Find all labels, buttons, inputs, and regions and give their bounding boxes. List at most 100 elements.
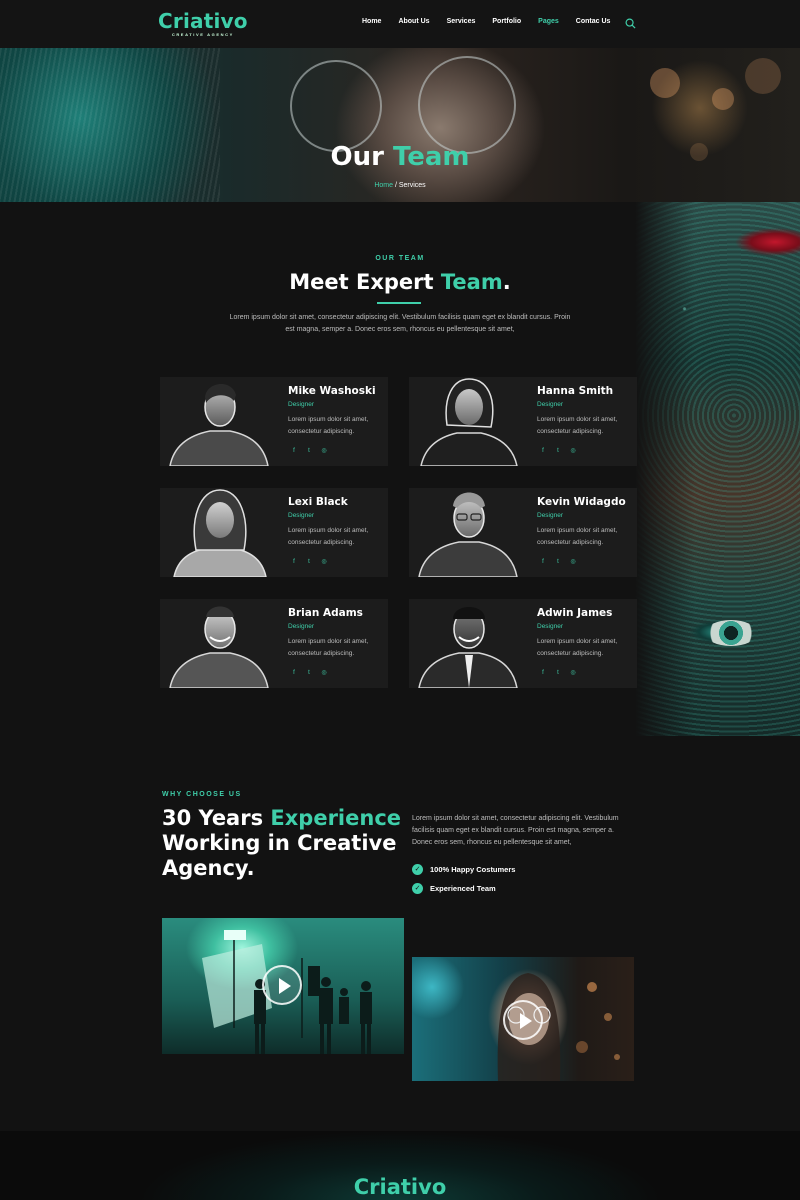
breadcrumb: Home / Services	[0, 182, 800, 189]
member-photo	[160, 367, 278, 466]
instagram-icon[interactable]: ◎	[320, 669, 328, 677]
facebook-icon[interactable]: f	[290, 447, 298, 455]
breadcrumb-current: Services	[398, 182, 426, 189]
nav-item-services[interactable]: Services	[447, 18, 476, 25]
member-role: Designer	[288, 401, 315, 408]
team-card[interactable]: Hanna Smith Designer Lorem ipsum dolor s…	[409, 377, 637, 466]
team-description: Lorem ipsum dolor sit amet, consectetur …	[229, 314, 571, 333]
page-title: Our Team	[0, 142, 800, 172]
member-name: Kevin Widagdo	[537, 496, 626, 508]
facebook-icon[interactable]: f	[539, 558, 547, 566]
feature-label: Experienced Team	[430, 884, 496, 893]
main-menu: Home About Us Services Portfolio Pages C…	[362, 18, 627, 25]
twitter-icon[interactable]: t	[554, 447, 562, 455]
team-card[interactable]: Mike Washoski Designer Lorem ipsum dolor…	[160, 377, 388, 466]
why-kicker: WHY CHOOSE US	[162, 791, 242, 798]
hero-glasses-lens-right	[418, 56, 516, 154]
member-name: Lexi Black	[288, 496, 348, 508]
member-role: Designer	[537, 401, 564, 408]
breadcrumb-home-link[interactable]: Home	[374, 182, 393, 189]
hero-bokeh	[650, 68, 680, 98]
why-heading-line3: Agency.	[162, 856, 255, 880]
feature-label: 100% Happy Costumers	[430, 865, 516, 874]
instagram-icon[interactable]: ◎	[569, 447, 577, 455]
member-role: Designer	[288, 512, 315, 519]
twitter-icon[interactable]: t	[305, 669, 313, 677]
team-heading-end: .	[502, 270, 511, 294]
member-bio: Lorem ipsum dolor sit amet, consectetur …	[537, 527, 618, 546]
play-button[interactable]	[503, 1000, 543, 1040]
team-card[interactable]: Adwin James Designer Lorem ipsum dolor s…	[409, 599, 637, 688]
nav-item-pages[interactable]: Pages	[538, 18, 559, 25]
footer: Criativo	[0, 1131, 800, 1200]
twitter-icon[interactable]: t	[305, 447, 313, 455]
brand-name: Criativo	[158, 9, 248, 33]
member-bio: Lorem ipsum dolor sit amet, consectetur …	[537, 638, 618, 657]
member-photo	[409, 367, 527, 466]
feature-item: ✓ Experienced Team	[412, 883, 496, 894]
why-heading: 30 Years Experience Working in Creative …	[162, 806, 407, 881]
check-circle-icon: ✓	[412, 883, 423, 894]
facebook-icon[interactable]: f	[539, 447, 547, 455]
member-socials: f t ◎	[539, 447, 584, 455]
hero-bokeh	[745, 58, 781, 94]
portrait-video-thumbnail[interactable]	[412, 957, 634, 1081]
facebook-icon[interactable]: f	[290, 558, 298, 566]
instagram-icon[interactable]: ◎	[569, 558, 577, 566]
team-kicker: OUR TEAM	[375, 255, 425, 262]
instagram-icon[interactable]: ◎	[320, 447, 328, 455]
hero-bokeh	[712, 88, 734, 110]
team-card[interactable]: Lexi Black Designer Lorem ipsum dolor si…	[160, 488, 388, 577]
brand-logo[interactable]: Criativo CREATIVE AGENCY	[158, 9, 248, 37]
team-heading: Meet Expert Team.	[0, 270, 800, 294]
top-navbar: Criativo CREATIVE AGENCY Home About Us S…	[0, 0, 800, 48]
member-role: Designer	[288, 623, 315, 630]
play-button[interactable]	[262, 965, 302, 1005]
search-icon[interactable]	[625, 18, 636, 29]
member-role: Designer	[537, 623, 564, 630]
nav-item-contact[interactable]: Contac Us	[576, 18, 611, 25]
member-role: Designer	[537, 512, 564, 519]
member-bio: Lorem ipsum dolor sit amet, consectetur …	[537, 416, 618, 435]
check-circle-icon: ✓	[412, 864, 423, 875]
member-bio: Lorem ipsum dolor sit amet, consectetur …	[288, 416, 369, 435]
heading-underline	[377, 302, 421, 304]
team-heading-accent: Team	[440, 270, 503, 294]
footer-brand-logo[interactable]: Criativo	[0, 1175, 800, 1199]
hero-blinds-texture	[0, 48, 220, 202]
member-name: Hanna Smith	[537, 385, 614, 397]
member-name: Mike Washoski	[288, 385, 376, 397]
page-title-plain: Our	[330, 142, 384, 172]
hero-glasses-lens-left	[290, 60, 382, 152]
member-photo	[409, 478, 527, 577]
member-photo	[160, 478, 278, 577]
feature-item: ✓ 100% Happy Costumers	[412, 864, 515, 875]
twitter-icon[interactable]: t	[305, 558, 313, 566]
studio-video-thumbnail[interactable]	[162, 918, 404, 1054]
team-heading-plain: Meet Expert	[289, 270, 434, 294]
member-name: Adwin James	[537, 607, 613, 619]
member-photo	[160, 589, 278, 688]
member-bio: Lorem ipsum dolor sit amet, consectetur …	[288, 638, 369, 657]
page-title-accent: Team	[392, 142, 470, 172]
team-card[interactable]: Brian Adams Designer Lorem ipsum dolor s…	[160, 599, 388, 688]
member-socials: f t ◎	[290, 447, 335, 455]
twitter-icon[interactable]: t	[554, 669, 562, 677]
facebook-icon[interactable]: f	[539, 669, 547, 677]
why-description: Lorem ipsum dolor sit amet, consectetur …	[412, 815, 619, 846]
twitter-icon[interactable]: t	[554, 558, 562, 566]
glitter-eye	[705, 620, 757, 646]
nav-item-portfolio[interactable]: Portfolio	[492, 18, 521, 25]
facebook-icon[interactable]: f	[290, 669, 298, 677]
why-heading-line1-accent: Experience	[270, 806, 402, 830]
member-socials: f t ◎	[290, 669, 335, 677]
instagram-icon[interactable]: ◎	[569, 669, 577, 677]
hero-banner: Our Team Home / Services	[0, 48, 800, 202]
nav-item-home[interactable]: Home	[362, 18, 381, 25]
instagram-icon[interactable]: ◎	[320, 558, 328, 566]
member-socials: f t ◎	[539, 558, 584, 566]
nav-item-about[interactable]: About Us	[398, 18, 429, 25]
member-socials: f t ◎	[539, 669, 584, 677]
member-name: Brian Adams	[288, 607, 363, 619]
team-card[interactable]: Kevin Widagdo Designer Lorem ipsum dolor…	[409, 488, 637, 577]
